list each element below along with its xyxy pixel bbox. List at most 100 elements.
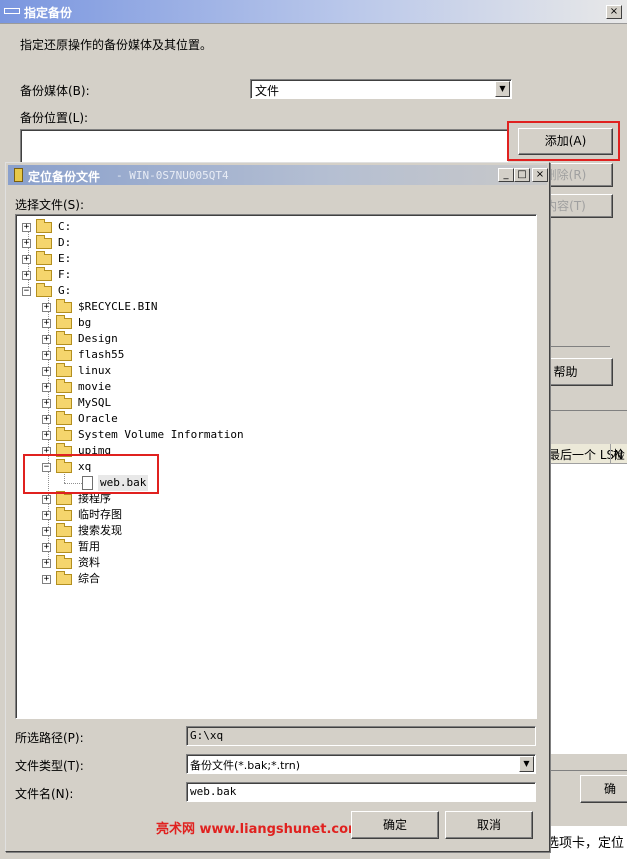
- separator: [550, 346, 610, 347]
- highlight-add: [507, 121, 620, 161]
- tree-label: Oracle: [78, 412, 118, 425]
- tree-label: G:: [58, 284, 72, 297]
- inner-titlebar: 定位备份文件 - WIN-0S7NU005QT4 _ □ ×: [8, 165, 548, 185]
- file-tree[interactable]: + C: + D: + E: + F: − G: + $RECYCLE.BIN …: [15, 214, 537, 719]
- folder-icon: [36, 219, 52, 233]
- highlight-xq: [23, 454, 159, 494]
- tree-label: 资料: [78, 556, 100, 569]
- outer-ok-button[interactable]: 确: [580, 775, 627, 803]
- chevron-down-icon[interactable]: ▼: [519, 756, 534, 772]
- folder-icon: [56, 411, 72, 425]
- locate-backup-dialog: 定位备份文件 - WIN-0S7NU005QT4 _ □ × 选择文件(S): …: [5, 162, 550, 852]
- path-field: G:\xq: [186, 726, 536, 746]
- tree-label: linux: [78, 364, 112, 377]
- inner-title: 定位备份文件: [28, 170, 101, 184]
- inner-cancel-button[interactable]: 取消: [445, 811, 533, 839]
- location-label: 备份位置(L):: [20, 111, 89, 125]
- folder-icon: [56, 363, 72, 377]
- path-value: G:\xq: [190, 729, 224, 742]
- tree-label: E:: [58, 252, 72, 265]
- grid-header: 最后一个 LSN 检: [548, 444, 627, 464]
- outer-titlebar: 指定备份 ×: [0, 0, 627, 24]
- expand-icon[interactable]: +: [42, 431, 51, 440]
- folder-icon: [56, 555, 72, 569]
- description-text: 指定还原操作的备份媒体及其位置。: [20, 38, 213, 52]
- tree-label: bg: [78, 316, 92, 329]
- lsn-header[interactable]: 最后一个 LSN: [548, 446, 623, 463]
- folder-icon: [56, 507, 72, 521]
- outer-dialog: 指定备份 × 指定还原操作的备份媒体及其位置。 备份媒体(B): 文件 ▼ 备份…: [0, 0, 627, 859]
- select-file-label: 选择文件(S):: [15, 198, 85, 212]
- inner-title-server: - WIN-0S7NU005QT4: [116, 169, 229, 182]
- expand-icon[interactable]: +: [42, 527, 51, 536]
- folder-icon: [56, 571, 72, 585]
- expand-icon[interactable]: +: [42, 495, 51, 504]
- location-list[interactable]: [20, 129, 508, 163]
- filetype-label: 文件类型(T):: [15, 759, 84, 773]
- minimize-button[interactable]: _: [498, 168, 514, 182]
- folder-icon: [56, 347, 72, 361]
- folder-icon: [56, 315, 72, 329]
- expand-icon[interactable]: +: [42, 383, 51, 392]
- expand-icon[interactable]: +: [42, 415, 51, 424]
- expand-icon[interactable]: +: [22, 223, 31, 232]
- collapse-icon[interactable]: −: [22, 287, 31, 296]
- expand-icon[interactable]: +: [22, 271, 31, 280]
- tree-label: 暂用: [78, 540, 100, 553]
- tree-label: D:: [58, 236, 72, 249]
- folder-icon: [56, 539, 72, 553]
- expand-icon[interactable]: +: [42, 511, 51, 520]
- expand-icon[interactable]: +: [42, 319, 51, 328]
- media-select[interactable]: 文件 ▼: [250, 79, 512, 99]
- filename-label: 文件名(N):: [15, 787, 74, 801]
- expand-icon[interactable]: +: [42, 303, 51, 312]
- folder-icon: [56, 379, 72, 393]
- tree-label: F:: [58, 268, 72, 281]
- folder-icon: [56, 523, 72, 537]
- folder-icon: [56, 395, 72, 409]
- folder-icon: [36, 267, 52, 281]
- outer-close-button[interactable]: ×: [606, 5, 622, 19]
- media-label: 备份媒体(B):: [20, 84, 90, 98]
- folder-icon: [56, 491, 72, 505]
- expand-icon[interactable]: +: [42, 335, 51, 344]
- folder-icon: [56, 331, 72, 345]
- filename-value: web.bak: [190, 785, 237, 798]
- tree-label: MySQL: [78, 396, 112, 409]
- filetype-select[interactable]: 备份文件(*.bak;*.trn) ▼: [186, 754, 536, 774]
- inner-ok-button[interactable]: 确定: [351, 811, 439, 839]
- database-icon: [14, 168, 23, 182]
- maximize-button[interactable]: □: [514, 168, 530, 182]
- separator-3: [550, 770, 627, 771]
- expand-icon[interactable]: +: [42, 367, 51, 376]
- expand-icon[interactable]: +: [22, 255, 31, 264]
- watermark: 亮术网 www.liangshunet.com: [156, 822, 362, 837]
- tree-label: $RECYCLE.BIN: [78, 300, 158, 313]
- grid-body: [550, 464, 627, 754]
- bottom-text: 选项卡，定位: [546, 836, 625, 851]
- tree-label: 搜索发现: [78, 524, 122, 537]
- folder-icon: [56, 299, 72, 313]
- path-label: 所选路径(P):: [15, 731, 84, 745]
- outer-title: 指定备份: [24, 6, 73, 20]
- filetype-value: 备份文件(*.bak;*.trn): [190, 759, 300, 772]
- expand-icon[interactable]: +: [42, 399, 51, 408]
- tree-label: C:: [58, 220, 72, 233]
- folder-icon: [36, 235, 52, 249]
- tree-label: 综合: [78, 572, 100, 585]
- tree-label: Design: [78, 332, 118, 345]
- chevron-down-icon[interactable]: ▼: [495, 81, 510, 97]
- dialog-icon: [4, 8, 20, 14]
- expand-icon[interactable]: +: [42, 351, 51, 360]
- tree-label: System Volume Information: [78, 428, 244, 441]
- inner-close-button[interactable]: ×: [532, 168, 548, 182]
- expand-icon[interactable]: +: [42, 575, 51, 584]
- tree-label: movie: [78, 380, 112, 393]
- check-header[interactable]: 检: [613, 446, 625, 463]
- expand-icon[interactable]: +: [22, 239, 31, 248]
- filename-input[interactable]: web.bak: [186, 782, 536, 802]
- separator-2: [550, 410, 627, 411]
- folder-icon: [56, 427, 72, 441]
- expand-icon[interactable]: +: [42, 543, 51, 552]
- expand-icon[interactable]: +: [42, 559, 51, 568]
